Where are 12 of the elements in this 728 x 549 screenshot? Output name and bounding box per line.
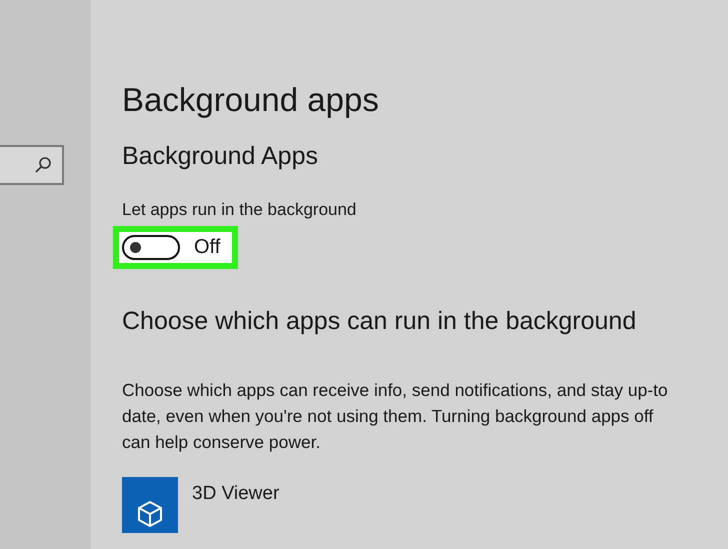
- description-text: Choose which apps can receive info, send notifications, and stay up-to date, even when you're not using them. Turning background apps off can help conserve power.: [122, 379, 668, 454]
- search-icon: [34, 156, 52, 174]
- section-heading: Background Apps: [122, 141, 318, 172]
- toggle-switch[interactable]: [122, 235, 180, 260]
- section-heading: Choose which apps can run in the background: [122, 306, 636, 337]
- toggle-state: Off: [194, 236, 220, 259]
- page-title: Background apps: [122, 80, 379, 120]
- toggle-label: Let apps run in the background: [122, 200, 356, 220]
- search-field[interactable]: [0, 145, 64, 185]
- app-tile[interactable]: [122, 477, 178, 533]
- app-name[interactable]: 3D Viewer: [192, 483, 280, 505]
- cube-icon: [135, 499, 165, 529]
